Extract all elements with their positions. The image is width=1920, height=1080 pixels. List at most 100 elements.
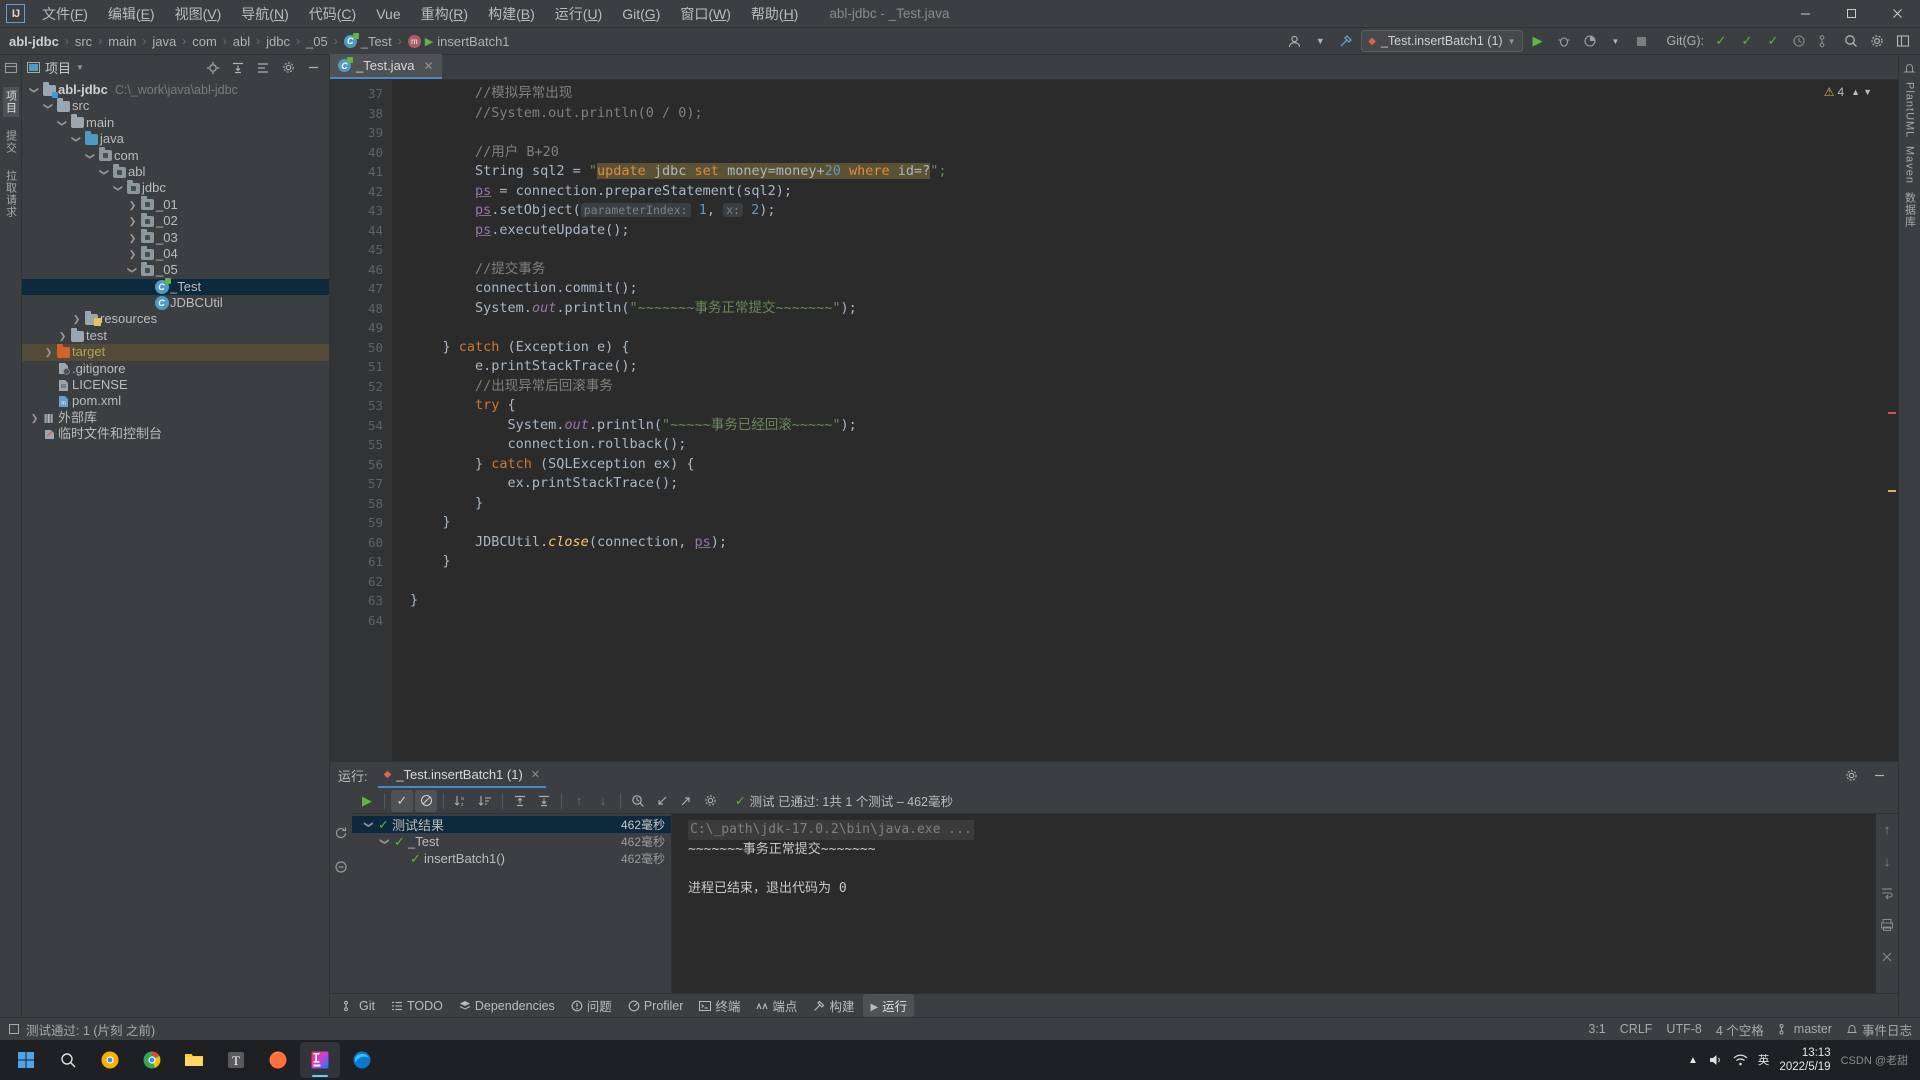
- tree-item-jdbc[interactable]: ❯ jdbc: [22, 180, 329, 196]
- code-line[interactable]: [392, 123, 1898, 143]
- code-line[interactable]: [392, 240, 1898, 260]
- line-number[interactable]: 61−: [330, 552, 408, 572]
- git-branch-widget[interactable]: master: [1778, 1022, 1832, 1036]
- chevron-down-icon[interactable]: ❯: [40, 100, 56, 113]
- code-line[interactable]: } catch (Exception e) {: [392, 338, 1898, 358]
- panel-settings-gear-icon[interactable]: [277, 57, 299, 79]
- line-number[interactable]: 44: [330, 221, 392, 241]
- debug-button[interactable]: [1553, 30, 1575, 52]
- test-tree-row[interactable]: ❯ ✓ 测试结果 462毫秒: [352, 816, 671, 833]
- rerun-tests-icon[interactable]: [330, 822, 352, 844]
- close-button[interactable]: [1874, 0, 1920, 28]
- code-line[interactable]: [392, 611, 1898, 631]
- line-number[interactable]: 54: [330, 416, 392, 436]
- windows-icon[interactable]: [6, 1042, 46, 1078]
- breadcrumb-item-com[interactable]: com: [189, 33, 220, 50]
- event-log-widget[interactable]: 事件日志: [1846, 1020, 1912, 1039]
- stripe-item-plantuml[interactable]: PlantUML: [1904, 79, 1916, 141]
- menu-item-navigate[interactable]: 导航(N): [232, 1, 297, 27]
- menu-item-git[interactable]: Git(G): [613, 3, 669, 25]
- ime-indicator[interactable]: 英: [1758, 1052, 1770, 1068]
- chevron-down-icon[interactable]: ❯: [82, 149, 98, 162]
- clear-console-icon[interactable]: [1876, 946, 1898, 968]
- stripe-item-commit[interactable]: 提交: [3, 127, 19, 157]
- line-number[interactable]: 45: [330, 240, 392, 260]
- console-output[interactable]: C:\_path\jdk-17.0.2\bin\java.exe ... ~~~~…: [672, 814, 1876, 993]
- menu-item-edit[interactable]: 编辑(E): [99, 1, 164, 27]
- chevron-right-icon[interactable]: ❯: [126, 230, 139, 246]
- taskbar-clock[interactable]: 13:13 2022/5/19: [1779, 1046, 1830, 1074]
- code-line[interactable]: System.out.println("~~~~~事务已经回滚~~~~~");: [392, 416, 1898, 436]
- line-number[interactable]: 46: [330, 260, 392, 280]
- menu-item-run[interactable]: 运行(U): [546, 1, 611, 27]
- menu-item-build[interactable]: 构建(B): [479, 1, 544, 27]
- tree-item-[interactable]: 临时文件和控制台: [22, 426, 329, 442]
- test-history-icon[interactable]: [627, 790, 649, 812]
- line-number[interactable]: 53−: [330, 396, 408, 416]
- code-line[interactable]: ps = connection.prepareStatement(sql2);: [392, 182, 1898, 202]
- menu-item-refactor[interactable]: 重构(R): [412, 1, 477, 27]
- code-line[interactable]: ex.printStackTrace();: [392, 474, 1898, 494]
- tree-item-abl[interactable]: ❯ abl: [22, 163, 329, 180]
- explorer-icon[interactable]: [174, 1042, 214, 1078]
- chevron-up-icon[interactable]: ▲: [1851, 87, 1860, 97]
- run-tab-insertbatch1[interactable]: ◆ _Test.insertBatch1 (1) ✕: [377, 762, 546, 788]
- tree-item-abljdbc[interactable]: ❯ abl-jdbc C:\_work\java\abl-jdbc: [22, 81, 329, 98]
- line-number[interactable]: 58−: [330, 494, 408, 514]
- rerun-failed-icon[interactable]: [330, 856, 352, 878]
- editor-tab-test-java[interactable]: C _Test.java ✕: [330, 54, 442, 79]
- chevron-down-icon[interactable]: ❯: [124, 264, 140, 277]
- code-line[interactable]: //出现异常后回滚事务: [392, 377, 1898, 397]
- menu-item-view[interactable]: 视图(V): [166, 1, 231, 27]
- test-settings-gear-icon[interactable]: [699, 790, 721, 812]
- test-results-tree[interactable]: ❯ ✓ 测试结果 462毫秒 ❯ ✓ _Test 462毫秒 ✓ insertBatch1() 46…: [352, 814, 672, 993]
- breadcrumb-item-abl[interactable]: abl: [230, 33, 253, 50]
- code-line[interactable]: connection.commit();: [392, 279, 1898, 299]
- collapse-all-icon[interactable]: [227, 57, 249, 79]
- show-ignored-toggle[interactable]: [415, 789, 437, 812]
- line-number[interactable]: 63: [330, 591, 392, 611]
- line-separator[interactable]: CRLF: [1620, 1022, 1653, 1036]
- chevron-down-icon[interactable]: ▼: [1309, 30, 1331, 52]
- chevron-down-icon[interactable]: ❯: [379, 835, 390, 848]
- typora-icon[interactable]: T: [216, 1042, 256, 1078]
- sort-alphabetically-icon[interactable]: az: [450, 790, 472, 812]
- scroll-up-icon[interactable]: ↑: [1876, 818, 1898, 840]
- collapse-all-icon[interactable]: [533, 790, 555, 812]
- menu-bar[interactable]: 文件(F) 编辑(E) 视图(V) 导航(N) 代码(C) Vue 重构(R) …: [33, 1, 807, 27]
- code-content[interactable]: //模拟异常出现 //System.out.println(0 / 0); //…: [392, 80, 1898, 761]
- tool-window-button-dependencies[interactable]: Dependencies: [452, 997, 562, 1015]
- stripe-item-pull-requests[interactable]: 拉取请求: [3, 167, 19, 221]
- code-line[interactable]: String sql2 = "update jdbc set money=mon…: [392, 162, 1898, 182]
- more-run-options-icon[interactable]: ▼: [1605, 30, 1627, 52]
- stripe-item-project[interactable]: 项目: [2, 87, 19, 117]
- editor-gutter[interactable]: 37−383940−41424344454647484950−515253−54…: [330, 80, 408, 761]
- notifications-icon[interactable]: [1901, 59, 1919, 77]
- chevron-down-icon[interactable]: ❯: [26, 84, 42, 97]
- menu-item-window[interactable]: 窗口(W): [671, 1, 740, 27]
- tree-item-java[interactable]: ❯ java: [22, 130, 329, 147]
- tool-window-button-[interactable]: 构建: [806, 994, 861, 1017]
- print-icon[interactable]: [1876, 914, 1898, 936]
- tree-item-src[interactable]: ❯ src: [22, 98, 329, 114]
- code-line[interactable]: //提交事务: [392, 260, 1898, 280]
- line-number[interactable]: 57: [330, 474, 392, 494]
- breadcrumb-item-class[interactable]: C _Test: [341, 32, 395, 50]
- code-line[interactable]: ps.executeUpdate();: [392, 221, 1898, 241]
- close-icon[interactable]: ✕: [531, 768, 540, 781]
- code-line[interactable]: }: [392, 494, 1898, 514]
- export-tests-icon[interactable]: [675, 790, 697, 812]
- minimize-button[interactable]: [1782, 0, 1828, 28]
- chevron-down-icon[interactable]: ❯: [96, 166, 112, 179]
- network-icon[interactable]: [1733, 1053, 1748, 1067]
- tree-item-test[interactable]: ❯ test: [22, 327, 329, 344]
- breadcrumb[interactable]: abl-jdbc › src › main › java › com › abl…: [6, 32, 513, 50]
- tool-window-button-[interactable]: 问题: [564, 994, 619, 1017]
- tree-item-_02[interactable]: ❯ _02: [22, 212, 329, 229]
- tree-item-LICENSE[interactable]: LICENSE: [22, 377, 329, 393]
- build-hammer-icon[interactable]: [1335, 30, 1357, 52]
- git-push-icon[interactable]: ✓: [1762, 30, 1784, 52]
- line-number[interactable]: 41: [330, 162, 392, 182]
- tool-window-button-todo[interactable]: TODO: [384, 997, 450, 1015]
- line-number[interactable]: 43: [330, 201, 392, 221]
